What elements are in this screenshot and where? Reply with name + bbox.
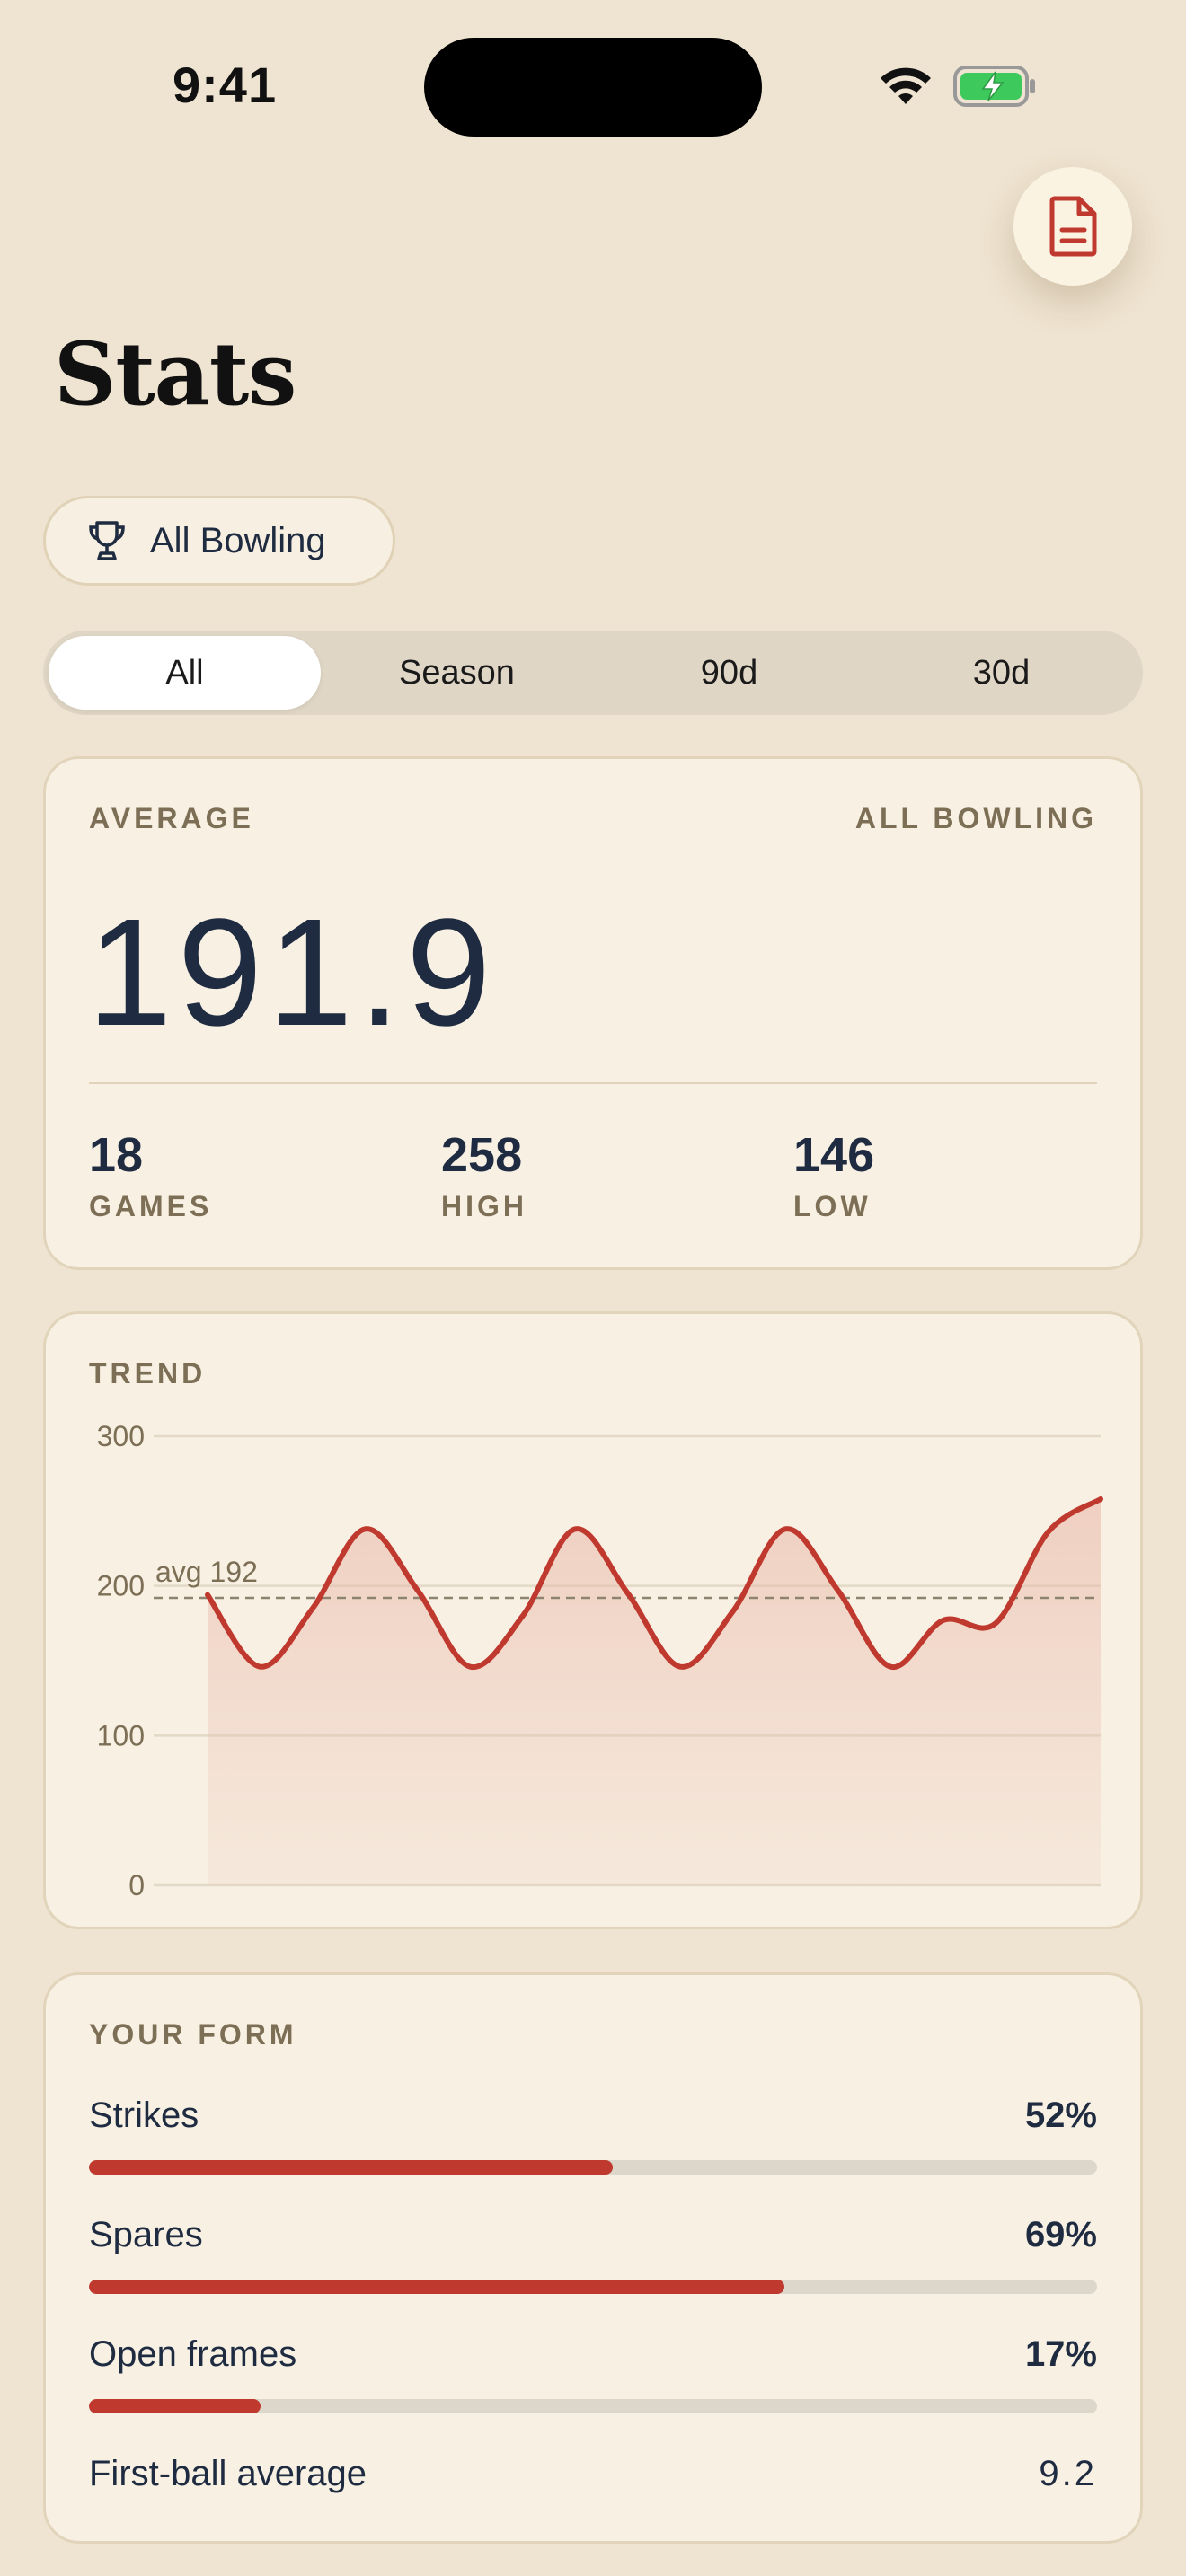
strikes-progress-fill (89, 2160, 614, 2175)
y-tick-label: 100 (97, 1719, 145, 1751)
high-stat: 258 HIGH (441, 1127, 527, 1223)
open-frames-progress-track (89, 2399, 1097, 2413)
spares-label: Spares (89, 2215, 203, 2254)
page-title: Stats (54, 323, 296, 425)
form-row-spares: Spares 69% (89, 2215, 1097, 2305)
dynamic-island (424, 38, 762, 137)
form-row-first-ball: First-ball average 9.2 (89, 2454, 1097, 2508)
high-value: 258 (441, 1128, 523, 1182)
high-label: HIGH (441, 1190, 527, 1222)
league-chip-label: All Bowling (150, 520, 326, 560)
first-ball-label: First-ball average (89, 2454, 367, 2493)
form-card: YOUR FORM Strikes 52% Spares 69% Open fr… (43, 1972, 1143, 2544)
league-filter-chip[interactable]: All Bowling (43, 496, 395, 586)
low-value: 146 (793, 1128, 875, 1182)
y-tick-label: 200 (97, 1570, 145, 1602)
strikes-value: 52% (1024, 2095, 1097, 2135)
time-range-segmented-control: All Season 90d 30d (43, 631, 1143, 715)
strikes-progress-track (89, 2160, 1097, 2175)
form-row-strikes: Strikes 52% (89, 2095, 1097, 2185)
open-frames-progress-fill (89, 2399, 261, 2413)
average-card: AVERAGE ALL BOWLING 191.9 18 GAMES 258 H… (43, 756, 1143, 1270)
games-value: 18 (89, 1128, 144, 1182)
y-tick-label: 300 (97, 1420, 145, 1452)
form-row-open-frames: Open frames 17% (89, 2334, 1097, 2424)
low-label: LOW (793, 1190, 872, 1222)
wifi-icon (881, 67, 931, 104)
segment-season[interactable]: Season (321, 636, 593, 710)
segment-all[interactable]: All (49, 636, 321, 710)
low-stat: 146 LOW (793, 1127, 874, 1223)
battery-charging-icon (953, 66, 1035, 107)
first-ball-value: 9.2 (1039, 2454, 1097, 2493)
document-icon (1049, 196, 1097, 257)
segment-30d[interactable]: 30d (865, 636, 1137, 710)
strikes-label: Strikes (89, 2095, 199, 2135)
open-frames-label: Open frames (89, 2334, 297, 2374)
games-stat: 18 GAMES (89, 1127, 212, 1223)
status-time: 9:41 (173, 57, 278, 113)
form-label: YOUR FORM (89, 2018, 297, 2051)
spares-progress-track (89, 2280, 1097, 2294)
export-report-button[interactable] (1013, 167, 1132, 286)
segment-90d[interactable]: 90d (593, 636, 865, 710)
average-value: 191.9 (87, 887, 497, 1058)
spares-progress-fill (89, 2280, 785, 2294)
trend-chart: 300 200 100 0 avg 192 (97, 1420, 1103, 1901)
games-label: GAMES (89, 1190, 213, 1222)
divider (89, 1082, 1097, 1084)
y-tick-label: 0 (128, 1869, 145, 1901)
open-frames-value: 17% (1024, 2334, 1097, 2374)
spares-value: 69% (1024, 2215, 1097, 2254)
average-label: AVERAGE (89, 802, 254, 834)
average-scope: ALL BOWLING (854, 802, 1097, 834)
trophy-icon (89, 521, 125, 560)
average-reference-label: avg 192 (155, 1556, 258, 1588)
trend-card: TREND 300 200 100 0 avg 192 (43, 1311, 1143, 1929)
